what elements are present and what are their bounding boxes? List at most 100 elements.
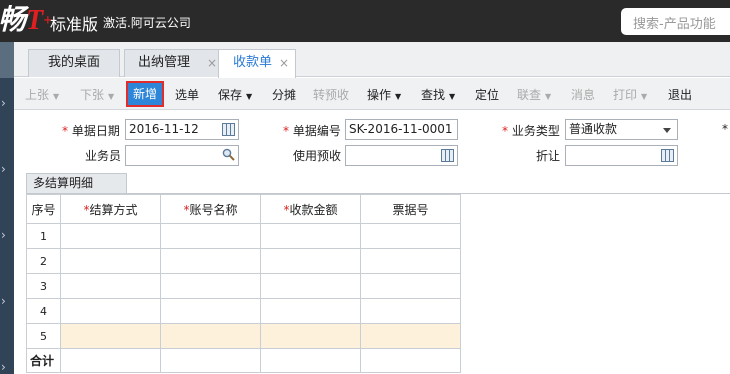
activate-link[interactable]: 激活.阿可云公司 (103, 14, 191, 31)
caret-down-icon: ▼ (246, 92, 253, 101)
bill-no-cell[interactable] (360, 273, 461, 299)
settlement-method-cell[interactable] (60, 248, 161, 274)
column-header-seq: 序号 (26, 194, 61, 224)
use-prepay-label: 使用预收 (293, 149, 342, 163)
row-number: 5 (26, 323, 61, 349)
tab-my-desktop[interactable]: 我的桌面 (28, 49, 120, 77)
message-button[interactable]: 消息 (571, 86, 595, 103)
close-icon[interactable]: × (207, 50, 217, 76)
amount-cell[interactable] (260, 298, 361, 324)
caret-down-icon: ▼ (545, 92, 552, 101)
amount-cell[interactable] (260, 223, 361, 249)
salesman-field[interactable] (125, 145, 239, 166)
print-menu[interactable]: 打印 ▼ (613, 86, 647, 103)
row-number: 3 (26, 273, 61, 299)
chevron-right-icon[interactable]: › (1, 361, 6, 373)
to-prepay-button[interactable]: 转预收 (313, 86, 349, 103)
link-query-menu[interactable]: 联查 ▼ (517, 86, 551, 103)
salesman-label: 业务员 (85, 149, 122, 163)
table-total-row: 合计 (26, 348, 461, 373)
row-number: 2 (26, 248, 61, 274)
amount-cell[interactable] (260, 248, 361, 274)
calculator-icon[interactable] (661, 149, 674, 162)
row-number: 4 (26, 298, 61, 324)
close-icon[interactable]: × (279, 50, 289, 76)
tab-strip: 我的桌面 出纳管理 × 收款单 × (14, 42, 730, 78)
toolbar: 上张 ▼ 下张 ▼ 选单 保存 ▼ 分摊 转预收 操作 ▼ 查找 ▼ 定位 联查 ▼ 消息 … (14, 78, 730, 110)
exit-button[interactable]: 退出 (668, 86, 692, 103)
settlement-method-cell[interactable] (60, 298, 161, 324)
use-prepay-field[interactable] (345, 145, 458, 166)
account-name-cell[interactable] (160, 248, 261, 274)
save-button[interactable]: 保存 ▼ (218, 86, 252, 103)
prev-button[interactable]: 上张 ▼ (25, 86, 59, 103)
chevron-right-icon[interactable]: › (1, 229, 6, 241)
column-header-amount[interactable]: *收款金额 (260, 194, 361, 224)
search-input[interactable]: 搜索-产品功能 (621, 8, 730, 35)
tab-cashier[interactable]: 出纳管理 × (124, 49, 224, 77)
total-label: 合计 (26, 348, 61, 373)
total-cell (160, 348, 261, 373)
table-row: 4 (26, 298, 461, 324)
allocate-button[interactable]: 分摊 (272, 86, 296, 103)
caret-down-icon: ▼ (53, 92, 60, 101)
settlement-method-cell[interactable] (60, 223, 161, 249)
select-doc-button[interactable]: 选单 (175, 86, 199, 103)
search-icon[interactable] (222, 148, 235, 161)
doc-date-field[interactable]: 2016-11-12 (125, 119, 239, 140)
account-name-cell[interactable] (160, 223, 261, 249)
chevron-right-icon[interactable]: › (1, 295, 6, 307)
caret-down-icon: ▼ (641, 92, 648, 101)
caret-down-icon: ▼ (449, 92, 456, 101)
left-sidebar: › › › › › (0, 42, 14, 374)
edition-label: 标准版 (50, 15, 99, 34)
next-button[interactable]: 下张 ▼ (80, 86, 114, 103)
chevron-right-icon[interactable]: › (1, 163, 6, 175)
settlement-method-cell[interactable] (60, 323, 161, 349)
chevron-right-icon[interactable]: › (1, 97, 6, 109)
locate-button[interactable]: 定位 (475, 86, 499, 103)
biz-type-select[interactable]: 普通收款 (565, 119, 678, 140)
row-number: 1 (26, 223, 61, 249)
sidebar-item-active[interactable] (0, 42, 14, 78)
total-amount-cell (260, 348, 361, 373)
bill-no-cell[interactable] (360, 323, 461, 349)
settlement-table: 序号 *结算方式 *账号名称 *收款金额 票据号 1 2 3 4 5 合计 (26, 194, 461, 373)
calendar-icon[interactable] (222, 123, 235, 136)
caret-down-icon: ▼ (395, 92, 402, 101)
caret-down-icon: ▼ (108, 92, 115, 101)
column-header-settlement-method[interactable]: *结算方式 (60, 194, 161, 224)
column-header-account-name[interactable]: *账号名称 (160, 194, 261, 224)
account-name-cell[interactable] (160, 273, 261, 299)
discount-field[interactable] (565, 145, 678, 166)
amount-cell[interactable] (260, 273, 361, 299)
required-mark: * (722, 122, 728, 136)
biz-type-label: * 业务类型 (502, 124, 560, 138)
settlement-method-cell[interactable] (60, 273, 161, 299)
calculator-icon[interactable] (441, 149, 454, 162)
table-header-row: 序号 *结算方式 *账号名称 *收款金额 票据号 (26, 194, 461, 224)
account-name-cell[interactable] (160, 323, 261, 349)
tab-multi-settlement[interactable]: 多结算明细 (26, 173, 127, 193)
bill-no-cell[interactable] (360, 248, 461, 274)
dropdown-arrow-icon (663, 128, 671, 133)
total-cell (360, 348, 461, 373)
bill-no-cell[interactable] (360, 223, 461, 249)
top-bar: 畅T+ 标准版 激活.阿可云公司 搜索-产品功能 (0, 0, 730, 42)
bill-no-cell[interactable] (360, 298, 461, 324)
table-row-selected: 5 (26, 323, 461, 349)
amount-cell[interactable] (260, 323, 361, 349)
new-button[interactable]: 新增 (126, 81, 164, 107)
account-name-cell[interactable] (160, 298, 261, 324)
tab-receipt[interactable]: 收款单 × (218, 49, 296, 78)
doc-no-field[interactable]: SK-2016-11-0001 (345, 119, 458, 140)
table-row: 1 (26, 223, 461, 249)
column-header-bill-no[interactable]: 票据号 (360, 194, 461, 224)
doc-no-label: * 单据编号 (283, 124, 341, 138)
find-menu[interactable]: 查找 ▼ (421, 86, 455, 103)
discount-label: 折让 (536, 149, 561, 163)
operate-menu[interactable]: 操作 ▼ (367, 86, 401, 103)
table-row: 3 (26, 273, 461, 299)
doc-date-label: * 单据日期 (62, 124, 120, 138)
table-row: 2 (26, 248, 461, 274)
